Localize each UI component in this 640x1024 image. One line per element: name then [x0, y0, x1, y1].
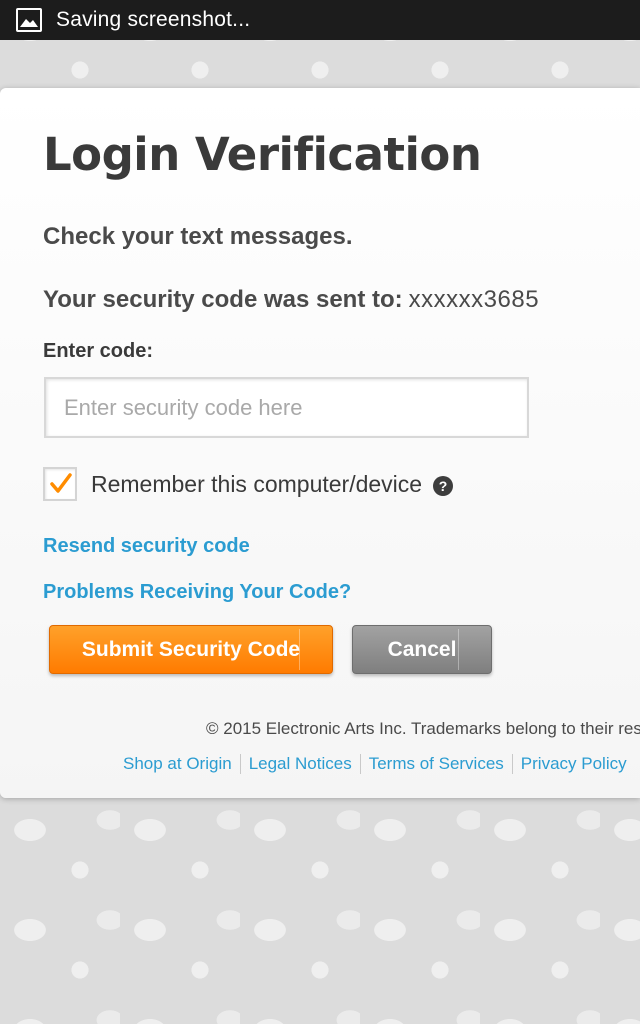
- link-divider: [511, 754, 513, 774]
- status-text: Saving screenshot...: [56, 8, 251, 31]
- problems-receiving-code-link[interactable]: Problems Receiving Your Code?: [43, 581, 351, 604]
- submit-button-label: Submit Security Code: [81, 637, 301, 661]
- code-sent-line: Your security code was sent to: xxxxxx368…: [43, 286, 539, 314]
- privacy-policy-link[interactable]: Privacy Policy: [521, 754, 627, 774]
- page-title: Login Verification: [43, 128, 482, 181]
- check-messages-text: Check your text messages.: [43, 223, 353, 250]
- question-circle-icon[interactable]: ?: [433, 476, 454, 496]
- resend-security-code-link[interactable]: Resend security code: [43, 535, 250, 558]
- copyright-text: © 2015 Electronic Arts Inc. Trademarks b…: [206, 719, 640, 738]
- button-divider: [458, 629, 459, 670]
- masked-phone-number: xxxxxx3685: [408, 286, 540, 313]
- image-icon: [16, 8, 42, 32]
- remember-device-row: Remember this computer/device ?: [43, 467, 454, 501]
- button-divider: [299, 629, 300, 670]
- cancel-button-label: Cancel: [387, 637, 457, 661]
- link-divider: [359, 754, 361, 774]
- link-divider: [239, 754, 241, 774]
- enter-code-label: Enter code:: [43, 340, 154, 362]
- legal-notices-link[interactable]: Legal Notices: [249, 754, 352, 774]
- submit-security-code-button[interactable]: Submit Security Code: [49, 625, 333, 674]
- login-verification-card: Login Verification Check your text messa…: [0, 88, 640, 798]
- checkmark-icon: [50, 473, 72, 493]
- security-code-input[interactable]: [44, 377, 529, 438]
- terms-of-services-link[interactable]: Terms of Services: [369, 754, 504, 774]
- status-bar: Saving screenshot...: [0, 0, 640, 40]
- cancel-button[interactable]: Cancel: [352, 625, 492, 674]
- footer-links: Shop at Origin Legal Notices Terms of Se…: [123, 754, 627, 774]
- shop-at-origin-link[interactable]: Shop at Origin: [123, 754, 232, 774]
- remember-device-checkbox[interactable]: [43, 467, 77, 501]
- remember-device-label: Remember this computer/device: [91, 470, 423, 497]
- code-sent-label: Your security code was sent to:: [43, 286, 403, 313]
